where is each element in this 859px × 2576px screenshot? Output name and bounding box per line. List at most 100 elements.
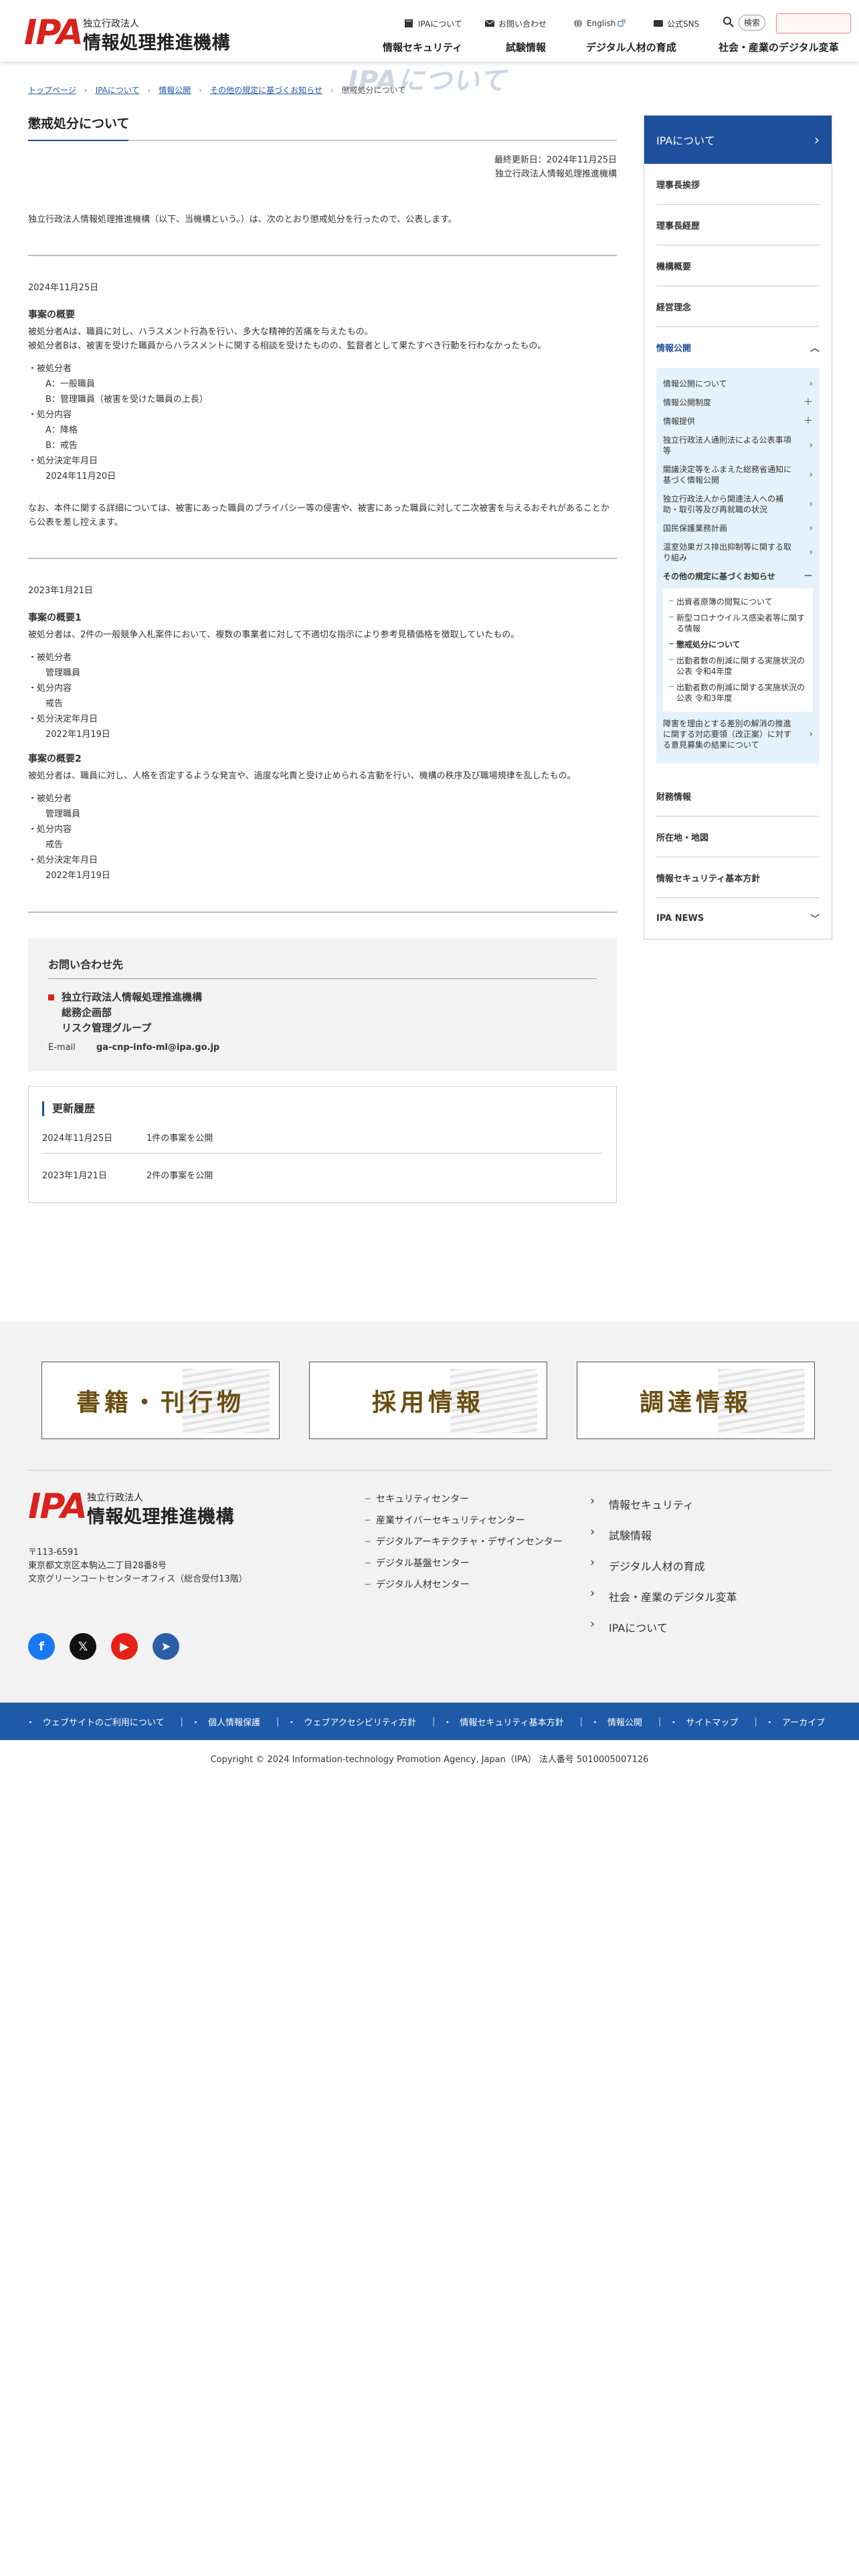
bottom-nav-link[interactable]: ・情報セキュリティ基本方針 (435, 1715, 579, 1728)
detail-value: 管理職員 (45, 809, 81, 819)
history-text: 1件の事案を公開 (147, 1134, 213, 1144)
sidebar-item-news[interactable]: IPA NEWS ﹀ (656, 898, 820, 939)
util-english-link[interactable]: English (573, 16, 626, 31)
address-line: 東京都文京区本駒込二丁目28番8号 (28, 1561, 167, 1571)
banner-publications[interactable]: 書籍・刊行物 (41, 1362, 280, 1439)
breadcrumb-other-notices[interactable]: その他の規定に基づくお知らせ (210, 84, 322, 96)
breadcrumb-sep: › (84, 85, 88, 95)
footer-categories: 情報セキュリティ 試験情報 デジタル人材の育成 社会・産業のデジタル変革 IPA… (590, 1489, 791, 1642)
x-icon[interactable]: 𝕏 (70, 1633, 96, 1660)
book-icon (405, 19, 413, 27)
nav-separator: | (276, 1716, 280, 1727)
detail-value: A：一般職員 (45, 379, 95, 389)
banner-procurement[interactable]: 調達情報 (577, 1362, 815, 1439)
submenu-item[interactable]: 閣議決定等をふまえた総務省通知に基づく情報公開 › (663, 460, 813, 490)
sidebar-item-location[interactable]: 所在地・地図 (656, 817, 820, 857)
breadcrumb-home[interactable]: トップページ (28, 84, 76, 96)
sidebar-item-label: 情報公開 (656, 344, 692, 354)
sidebar-item-overview[interactable]: 機構概要 (656, 245, 820, 286)
site-header: IPA 独立行政法人 情報処理推進機構 IPAについて お問い合わせ Engli… (0, 0, 859, 62)
footer-cat-link[interactable]: IPAについて (590, 1612, 791, 1642)
footer-center-link[interactable]: デジタルアーキテクチャ・デザインセンター (364, 1531, 565, 1553)
sidebar-item-greeting[interactable]: 理事長挨拶 (656, 164, 820, 205)
telegram-icon[interactable]: ➤ (153, 1633, 179, 1660)
util-sns-label: 公式SNS (667, 19, 700, 29)
search-icon[interactable] (723, 16, 735, 28)
util-contact-link[interactable]: お問い合わせ (484, 16, 547, 31)
submenu-item[interactable]: 情報公開制度 ＋ (663, 393, 813, 412)
submenu-label: 情報提供 (663, 417, 696, 426)
footer-center-link[interactable]: 産業サイバーセキュリティセンター (364, 1510, 565, 1531)
mail-address[interactable]: ga-cnp-info-ml@ipa.go.jp (96, 1043, 219, 1053)
search-button[interactable]: 検索 (739, 15, 765, 31)
footer-cat-link[interactable]: 試験情報 (590, 1519, 791, 1550)
history-text: 2件の事案を公開 (147, 1171, 213, 1181)
detail-value: A：降格 (45, 425, 78, 435)
sidebar-item-security-policy[interactable]: 情報セキュリティ基本方針 (656, 857, 820, 898)
leaf-item-current[interactable]: 懲戒処分について (668, 637, 807, 653)
submenu-item[interactable]: 独立行政法人通則法による公表事項等 › (663, 431, 813, 460)
bottom-nav-link[interactable]: ・サイトマップ (661, 1715, 754, 1728)
submenu-item-other-notices[interactable]: その他の規定に基づくお知らせ － (663, 567, 813, 586)
leaf-item[interactable]: 新型コロナウイルス感染者等に関する情報 (668, 610, 807, 637)
bottom-nav-link[interactable]: ・アーカイブ (757, 1715, 841, 1728)
gnav-dx[interactable]: 社会・産業のデジタル変革 (719, 40, 839, 54)
chevron-up-icon: ︿ (810, 342, 820, 354)
case-date: 2024年11月25日 (28, 283, 99, 293)
mail-icon (484, 19, 495, 27)
breadcrumb-current: 懲戒処分について (341, 86, 406, 95)
gnav-exam[interactable]: 試験情報 (506, 40, 546, 54)
youtube-icon[interactable]: ▶ (111, 1633, 138, 1660)
plus-icon: ＋ (803, 397, 813, 408)
facebook-icon[interactable]: f (28, 1633, 55, 1660)
bottom-nav-link[interactable]: ・ウェブサイトのご利用について (18, 1715, 181, 1728)
sidebar-item-philosophy[interactable]: 経営理念 (656, 286, 820, 327)
footer-center-link[interactable]: セキュリティセンター (364, 1489, 565, 1510)
submenu-item[interactable]: 情報公開について › (663, 374, 813, 393)
bottom-nav-link[interactable]: ・情報公開 (583, 1715, 658, 1728)
leaf-item[interactable]: 出勤者数の削減に関する実施状況の公表 令和4年度 (668, 653, 807, 679)
leaf-item[interactable]: 出勤者数の削減に関する実施状況の公表 令和3年度 (668, 679, 807, 706)
footer-address: 〒113-6591 東京都文京区本駒込二丁目28番8号 文京グリーンコートセンタ… (28, 1546, 248, 1586)
leaf-item[interactable]: 出資者原簿の閲覧について (668, 594, 807, 610)
sidebar-item-career[interactable]: 理事長経歴 (656, 205, 820, 245)
gnav-digital-talent[interactable]: デジタル人材の育成 (586, 40, 676, 54)
contact-org-name: 独立行政法人情報処理推進機構 (62, 991, 203, 1003)
breadcrumb-disclosure[interactable]: 情報公開 (159, 84, 191, 96)
history-row: 2024年11月25日 1件の事案を公開 (42, 1116, 603, 1154)
detail-value: B：管理職員（被害を受けた職員の上長） (45, 395, 208, 405)
util-about-link[interactable]: IPAについて (404, 16, 462, 31)
banner-label: 書籍・刊行物 (76, 1389, 245, 1416)
footer-cat-link[interactable]: デジタル人材の育成 (590, 1550, 791, 1581)
section-divider (28, 255, 617, 256)
util-sns-link[interactable]: 公式SNS (653, 16, 699, 31)
gnav-security[interactable]: 情報セキュリティ (383, 40, 462, 54)
submenu-item[interactable]: 障害を理由とする差別の解消の推進に関する対応要領（改正案）に対する意見募集の結果… (663, 714, 813, 754)
publisher: 独立行政法人情報処理推進機構 (494, 169, 617, 179)
submenu-item[interactable]: 情報提供 ＋ (663, 412, 813, 431)
submenu-item[interactable]: 温室効果ガス排出抑制等に関する取り組み › (663, 538, 813, 567)
ipa-logo[interactable]: IPA 独立行政法人 情報処理推進機構 (24, 15, 265, 53)
footer-center-link[interactable]: デジタル人材センター (364, 1574, 565, 1596)
sidebar-item-label: IPA NEWS (656, 914, 704, 924)
header-action-box[interactable] (776, 13, 851, 33)
footer-cat-link[interactable]: 社会・産業のデジタル変革 (590, 1581, 791, 1612)
bottom-nav-link[interactable]: ・個人情報保護 (183, 1715, 276, 1728)
social-links: f 𝕏 ▶ ➤ (28, 1633, 179, 1660)
banner-recruit[interactable]: 採用情報 (309, 1362, 547, 1439)
footer-center-link[interactable]: デジタル基盤センター (364, 1553, 565, 1574)
case-details: 被処分者 管理職員 処分内容 戒告 処分決定年月日 2022年1月19日 (28, 650, 617, 742)
nav-separator: | (432, 1716, 436, 1727)
sidebar-head[interactable]: IPAについて › (644, 116, 832, 164)
bottom-nav-link[interactable]: ・ウェブアクセシビリティ方針 (279, 1715, 432, 1728)
submenu-item[interactable]: 独立行政法人から関連法人への補助・取引等及び再就職の状況 › (663, 490, 813, 519)
bottom-nav-label: アーカイブ (781, 1717, 826, 1728)
minus-icon: － (803, 571, 813, 582)
last-updated: 最終更新日：2024年11月25日 (494, 155, 617, 165)
sidebar-item-disclosure[interactable]: 情報公開 ︿ (656, 327, 820, 368)
submenu-item[interactable]: 国民保護業務計画 › (663, 519, 813, 538)
footer-cat-link[interactable]: 情報セキュリティ (590, 1489, 791, 1519)
footer-logo[interactable]: IPA 独立行政法人 情報処理推進機構 (28, 1489, 269, 1527)
breadcrumb-about[interactable]: IPAについて (96, 84, 140, 96)
sidebar-item-finance[interactable]: 財務情報 (656, 776, 820, 817)
